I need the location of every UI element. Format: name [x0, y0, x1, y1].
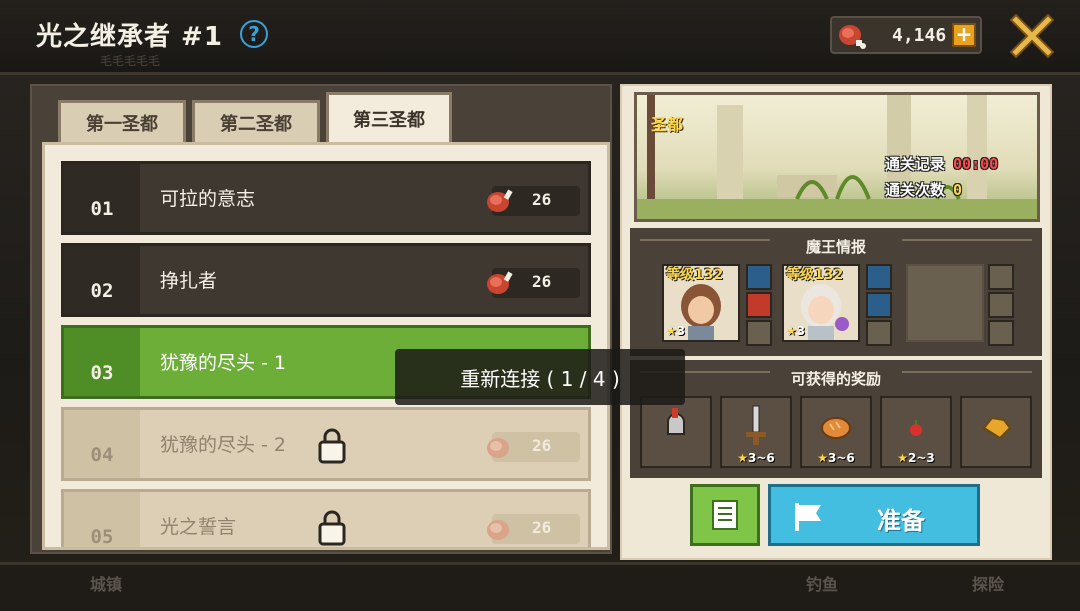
reward-item-gold-ore[interactable] [960, 396, 1032, 468]
empty-boss-slot [906, 264, 984, 342]
reward-item-bread[interactable]: ★3~6 [800, 396, 872, 468]
stage-preview-scene: 圣都 通关记录 00:00 通关次数 0 [634, 92, 1040, 222]
reward-item-sword[interactable]: ★3~6 [720, 396, 792, 468]
clear-record-value: 00:00 [953, 155, 999, 173]
stage-name: 挣扎者 [160, 270, 218, 292]
meat-currency-display: 4,146 + [830, 16, 982, 54]
boss-info-section: 魔王情报 等级132 ★3 等级132 ★3 [630, 228, 1042, 356]
list-icon [712, 500, 738, 530]
reconnect-toast: 重新连接 ( 1 / 4 ) [395, 349, 685, 405]
boss-portrait-2[interactable]: 等级132 ★3 [782, 264, 860, 342]
meat-icon [487, 438, 509, 458]
stage-row-01[interactable]: 01 可拉的意志 26 [61, 161, 591, 235]
wand-icon [866, 264, 892, 290]
boss-stars: ★3 [786, 324, 806, 338]
tab-third-holy-city[interactable]: 第三圣都 [326, 92, 452, 142]
boss-stars: ★3 [666, 324, 686, 338]
stage-cost: 26 [487, 432, 580, 462]
empty-slot [746, 320, 772, 346]
stage-name: 光之誓言 [160, 516, 237, 538]
stage-number: 03 [64, 328, 140, 396]
stage-row-04[interactable]: 04 犹豫的尽头 - 2 26 [61, 407, 591, 481]
stage-list-button[interactable] [690, 484, 760, 546]
location-label: 圣都 [651, 115, 684, 134]
page-title: 光之继承者 #1 [36, 22, 223, 52]
boss-info-title: 魔王情报 [805, 238, 866, 256]
reward-item-helmet[interactable] [640, 396, 712, 468]
bottom-nav: 城镇 钓鱼 探险 [0, 562, 1080, 611]
stage-number: 04 [64, 410, 140, 478]
clear-count: 通关次数 0 [885, 179, 962, 200]
ready-label: 准备 [877, 507, 925, 535]
stage-number: 02 [64, 246, 140, 314]
flag-icon [795, 503, 821, 531]
meat-icon [487, 189, 513, 212]
stage-name: 犹豫的尽头 - 2 [160, 434, 287, 456]
stage-list[interactable]: 01 可拉的意志 26 02 挣扎者 26 03 犹豫的尽头 - 1 04 犹豫… [42, 142, 610, 550]
bread-icon [821, 417, 851, 439]
nav-fishing[interactable]: 钓鱼 [806, 571, 838, 595]
wand-icon [866, 292, 892, 318]
stage-name: 犹豫的尽头 - 1 [160, 352, 287, 374]
clear-count-value: 0 [953, 181, 963, 199]
meat-icon [487, 520, 509, 540]
currency-value: 4,146 [892, 25, 947, 46]
tab-second-holy-city[interactable]: 第二圣都 [192, 100, 320, 142]
reward-stars: ★2~3 [897, 451, 935, 465]
clear-count-label: 通关次数 [885, 181, 946, 199]
stage-cost-value: 26 [532, 272, 552, 291]
ready-button[interactable]: 准备 [768, 484, 980, 546]
apple-icon [910, 420, 922, 436]
stage-cost-value: 26 [532, 190, 552, 209]
tab-first-holy-city[interactable]: 第一圣都 [58, 100, 186, 142]
lock-icon [318, 428, 346, 464]
boss-portrait-1[interactable]: 等级132 ★3 [662, 264, 740, 342]
reward-stars: ★3~6 [817, 451, 855, 465]
nav-explore[interactable]: 探险 [972, 571, 1004, 595]
stage-cost: 26 [487, 268, 580, 298]
stage-name: 可拉的意志 [160, 188, 256, 210]
stage-cost: 26 [487, 186, 580, 216]
wand-icon [746, 264, 772, 290]
question-icon[interactable]: ? [240, 20, 268, 48]
reward-stars: ★3~6 [737, 451, 775, 465]
stage-cost-value: 26 [532, 436, 552, 455]
lock-icon [318, 510, 346, 546]
empty-slot [866, 320, 892, 346]
clear-record-label: 通关记录 [885, 155, 946, 173]
empty-slot [988, 292, 1014, 318]
sword-icon [746, 405, 766, 445]
reward-title: 可获得的奖励 [790, 370, 881, 388]
shield-icon [746, 292, 772, 318]
plus-icon[interactable]: + [952, 23, 976, 47]
meat-icon [839, 25, 866, 49]
reward-item-apple[interactable]: ★2~3 [880, 396, 952, 468]
empty-slot [988, 320, 1014, 346]
close-x-icon[interactable] [1008, 12, 1056, 60]
stage-cost-value: 26 [532, 518, 552, 537]
ghost-label: 毛毛毛毛毛 [100, 54, 161, 68]
empty-slot [988, 264, 1014, 290]
stage-cost: 26 [487, 514, 580, 544]
gold-ore-icon [982, 416, 1012, 440]
stage-row-05[interactable]: 05 光之誓言 26 [61, 489, 591, 547]
boss-level: 等级132 [786, 267, 844, 283]
top-bar: 光之继承者 #1 ? 毛毛毛毛毛 4,146 + [0, 0, 1080, 75]
nav-town[interactable]: 城镇 [90, 571, 122, 595]
clear-record: 通关记录 00:00 [885, 153, 998, 174]
stage-number: 05 [64, 492, 140, 547]
helmet-icon [667, 408, 685, 435]
meat-icon [487, 271, 513, 294]
boss-level: 等级132 [666, 267, 724, 283]
stage-row-02[interactable]: 02 挣扎者 26 [61, 243, 591, 317]
reward-section: 可获得的奖励 ★3~6 ★3~6 ★2~3 [630, 360, 1042, 478]
stage-number: 01 [64, 164, 140, 232]
